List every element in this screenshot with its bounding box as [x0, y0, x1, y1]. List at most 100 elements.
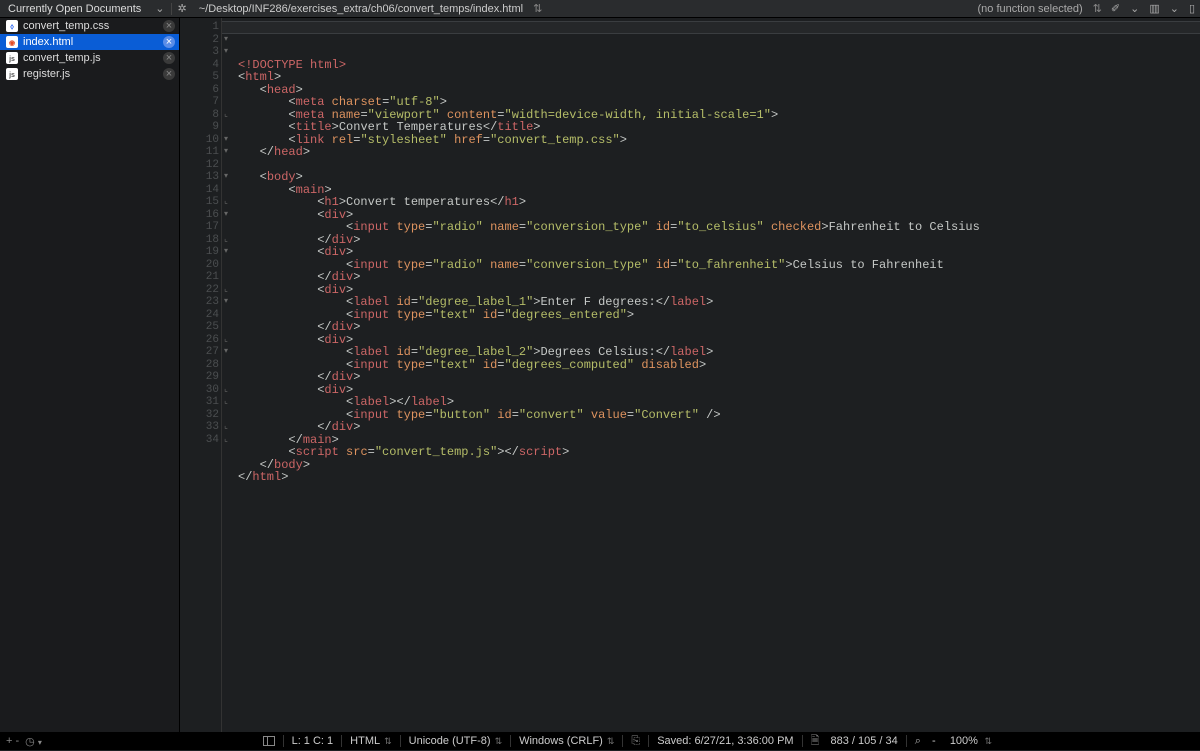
code-line[interactable]: </div>	[238, 371, 1200, 384]
line-gutter[interactable]: 12▾3▾45678⌞910▾11▾1213▾1415⌞16▾1718⌞19▾2…	[180, 18, 222, 732]
path-stepper-icon[interactable]: ⇅	[529, 2, 546, 15]
add-remove-icon[interactable]: + -	[6, 735, 19, 747]
line-number[interactable]: 10▾	[180, 134, 221, 147]
line-number[interactable]: 31⌞	[180, 396, 221, 409]
code-line[interactable]: </html>	[238, 471, 1200, 484]
saved-status: Saved: 6/27/21, 3:36:00 PM	[649, 735, 801, 747]
line-number[interactable]: 15⌞	[180, 196, 221, 209]
sidebar-file-convert_temp-css[interactable]: ⬨convert_temp.css×	[0, 18, 179, 34]
cursor-position: L: 1 C: 1	[284, 735, 342, 747]
code-line[interactable]: <h1>Convert temperatures</h1>	[238, 196, 1200, 209]
file-icon: js	[6, 52, 18, 64]
line-number[interactable]: 16▾	[180, 209, 221, 222]
line-number[interactable]: 14	[180, 184, 221, 197]
workspace: ⬨convert_temp.css×◉index.html×jsconvert_…	[0, 18, 1200, 732]
code-line[interactable]: <html>	[238, 71, 1200, 84]
sidebar: ⬨convert_temp.css×◉index.html×jsconvert_…	[0, 18, 180, 732]
line-number[interactable]: 21	[180, 271, 221, 284]
function-selector[interactable]: (no function selected)	[971, 3, 1088, 15]
line-number[interactable]: 20	[180, 259, 221, 272]
sidebar-file-register-js[interactable]: js register.js×	[0, 66, 179, 82]
document-icon[interactable]: ▯	[1184, 2, 1200, 15]
status-bar: + - ◷ ▾ L: 1 C: 1 HTML⇅ Unicode (UTF-8)⇅…	[0, 732, 1200, 750]
line-number[interactable]: 17	[180, 221, 221, 234]
line-number[interactable]: 23▾	[180, 296, 221, 309]
code-line[interactable]: </div>	[238, 321, 1200, 334]
svg-text:js: js	[8, 72, 15, 79]
history-icon[interactable]: ◷ ▾	[25, 735, 42, 748]
encoding-selector[interactable]: Unicode (UTF-8)⇅	[401, 735, 510, 747]
code-line[interactable]: <input type="button" id="convert" value=…	[238, 409, 1200, 422]
code-line[interactable]: <input type="radio" name="conversion_typ…	[238, 221, 1200, 234]
code-line[interactable]: <!DOCTYPE html>	[238, 59, 1200, 72]
code-line[interactable]: </head>	[238, 146, 1200, 159]
line-number[interactable]: 33⌞	[180, 421, 221, 434]
line-number[interactable]: 30⌞	[180, 384, 221, 397]
close-icon[interactable]: ×	[163, 20, 175, 32]
line-number[interactable]: 8⌞	[180, 109, 221, 122]
check-dropdown-icon[interactable]: ⌄	[1125, 2, 1144, 15]
line-number[interactable]: 2▾	[180, 34, 221, 47]
line-number[interactable]: 18⌞	[180, 234, 221, 247]
code-line[interactable]: <input type="radio" name="conversion_typ…	[238, 259, 1200, 272]
line-number[interactable]: 13▾	[180, 171, 221, 184]
line-number[interactable]: 24	[180, 309, 221, 322]
gear-icon[interactable]: ✲	[172, 2, 193, 15]
code-line[interactable]: <input type="text" id="degrees_computed"…	[238, 359, 1200, 372]
code-line[interactable]: <body>	[238, 171, 1200, 184]
open-documents-label[interactable]: Currently Open Documents	[0, 3, 149, 15]
code-line[interactable]	[238, 159, 1200, 172]
code-line[interactable]: <link rel="stylesheet" href="convert_tem…	[238, 134, 1200, 147]
sidebar-file-convert_temp-js[interactable]: js convert_temp.js×	[0, 50, 179, 66]
code-line[interactable]: <script src="convert_temp.js"></script>	[238, 446, 1200, 459]
code-line[interactable]: <input type="text" id="degrees_entered">	[238, 309, 1200, 322]
line-number[interactable]: 1	[180, 21, 221, 34]
line-number[interactable]: 11▾	[180, 146, 221, 159]
line-number[interactable]: 34⌞	[180, 434, 221, 447]
line-number[interactable]: 28	[180, 359, 221, 372]
close-icon[interactable]: ×	[163, 36, 175, 48]
doc-stats: 🗎 883 / 105 / 34	[803, 732, 906, 751]
line-number[interactable]: 3▾	[180, 46, 221, 59]
line-number[interactable]: 12	[180, 159, 221, 172]
line-number[interactable]: 22⌞	[180, 284, 221, 297]
code-line[interactable]: </div>	[238, 234, 1200, 247]
line-number[interactable]: 9	[180, 121, 221, 134]
svg-text:js: js	[8, 56, 15, 63]
line-number[interactable]: 5	[180, 71, 221, 84]
editor[interactable]: 12▾3▾45678⌞910▾11▾1213▾1415⌞16▾1718⌞19▾2…	[180, 18, 1200, 732]
top-bar: Currently Open Documents ⌄ ✲ ~/Desktop/I…	[0, 0, 1200, 18]
chevron-down-icon[interactable]: ⌄	[149, 2, 170, 15]
panel-dropdown-icon[interactable]: ⌄	[1165, 2, 1184, 15]
line-number[interactable]: 7	[180, 96, 221, 109]
line-number[interactable]: 19▾	[180, 246, 221, 259]
line-number[interactable]: 4	[180, 59, 221, 72]
code-area[interactable]: <!DOCTYPE html><html> <head> <meta chars…	[222, 18, 1200, 732]
file-name: index.html	[23, 36, 163, 48]
line-number[interactable]: 27▾	[180, 346, 221, 359]
panels-icon[interactable]: ▥	[1144, 2, 1164, 15]
line-number[interactable]: 25	[180, 321, 221, 334]
code-line[interactable]: </div>	[238, 271, 1200, 284]
file-icon: js	[6, 68, 18, 80]
file-path[interactable]: ~/Desktop/INF286/exercises_extra/ch06/co…	[193, 3, 529, 15]
code-line[interactable]: </div>	[238, 421, 1200, 434]
zoom-control[interactable]: ⌕ - 100% ⇅	[907, 735, 1000, 748]
svg-text:◉: ◉	[9, 40, 15, 47]
func-stepper-icon[interactable]: ⇅	[1089, 2, 1106, 15]
file-name: convert_temp.js	[23, 52, 163, 64]
highlighter-icon[interactable]: ✐	[1106, 2, 1125, 15]
line-number[interactable]: 6	[180, 84, 221, 97]
lock-icon[interactable]: ⎘	[623, 735, 648, 748]
sidebar-file-index-html[interactable]: ◉ index.html×	[0, 34, 179, 50]
line-number[interactable]: 26⌞	[180, 334, 221, 347]
close-icon[interactable]: ×	[163, 68, 175, 80]
close-icon[interactable]: ×	[163, 52, 175, 64]
line-number[interactable]: 29	[180, 371, 221, 384]
language-selector[interactable]: HTML⇅	[342, 735, 400, 747]
line-number[interactable]: 32	[180, 409, 221, 422]
code-line[interactable]: </body>	[238, 459, 1200, 472]
line-endings-selector[interactable]: Windows (CRLF)⇅	[511, 735, 622, 747]
columns-toggle-icon[interactable]	[255, 736, 283, 746]
file-name: register.js	[23, 68, 163, 80]
